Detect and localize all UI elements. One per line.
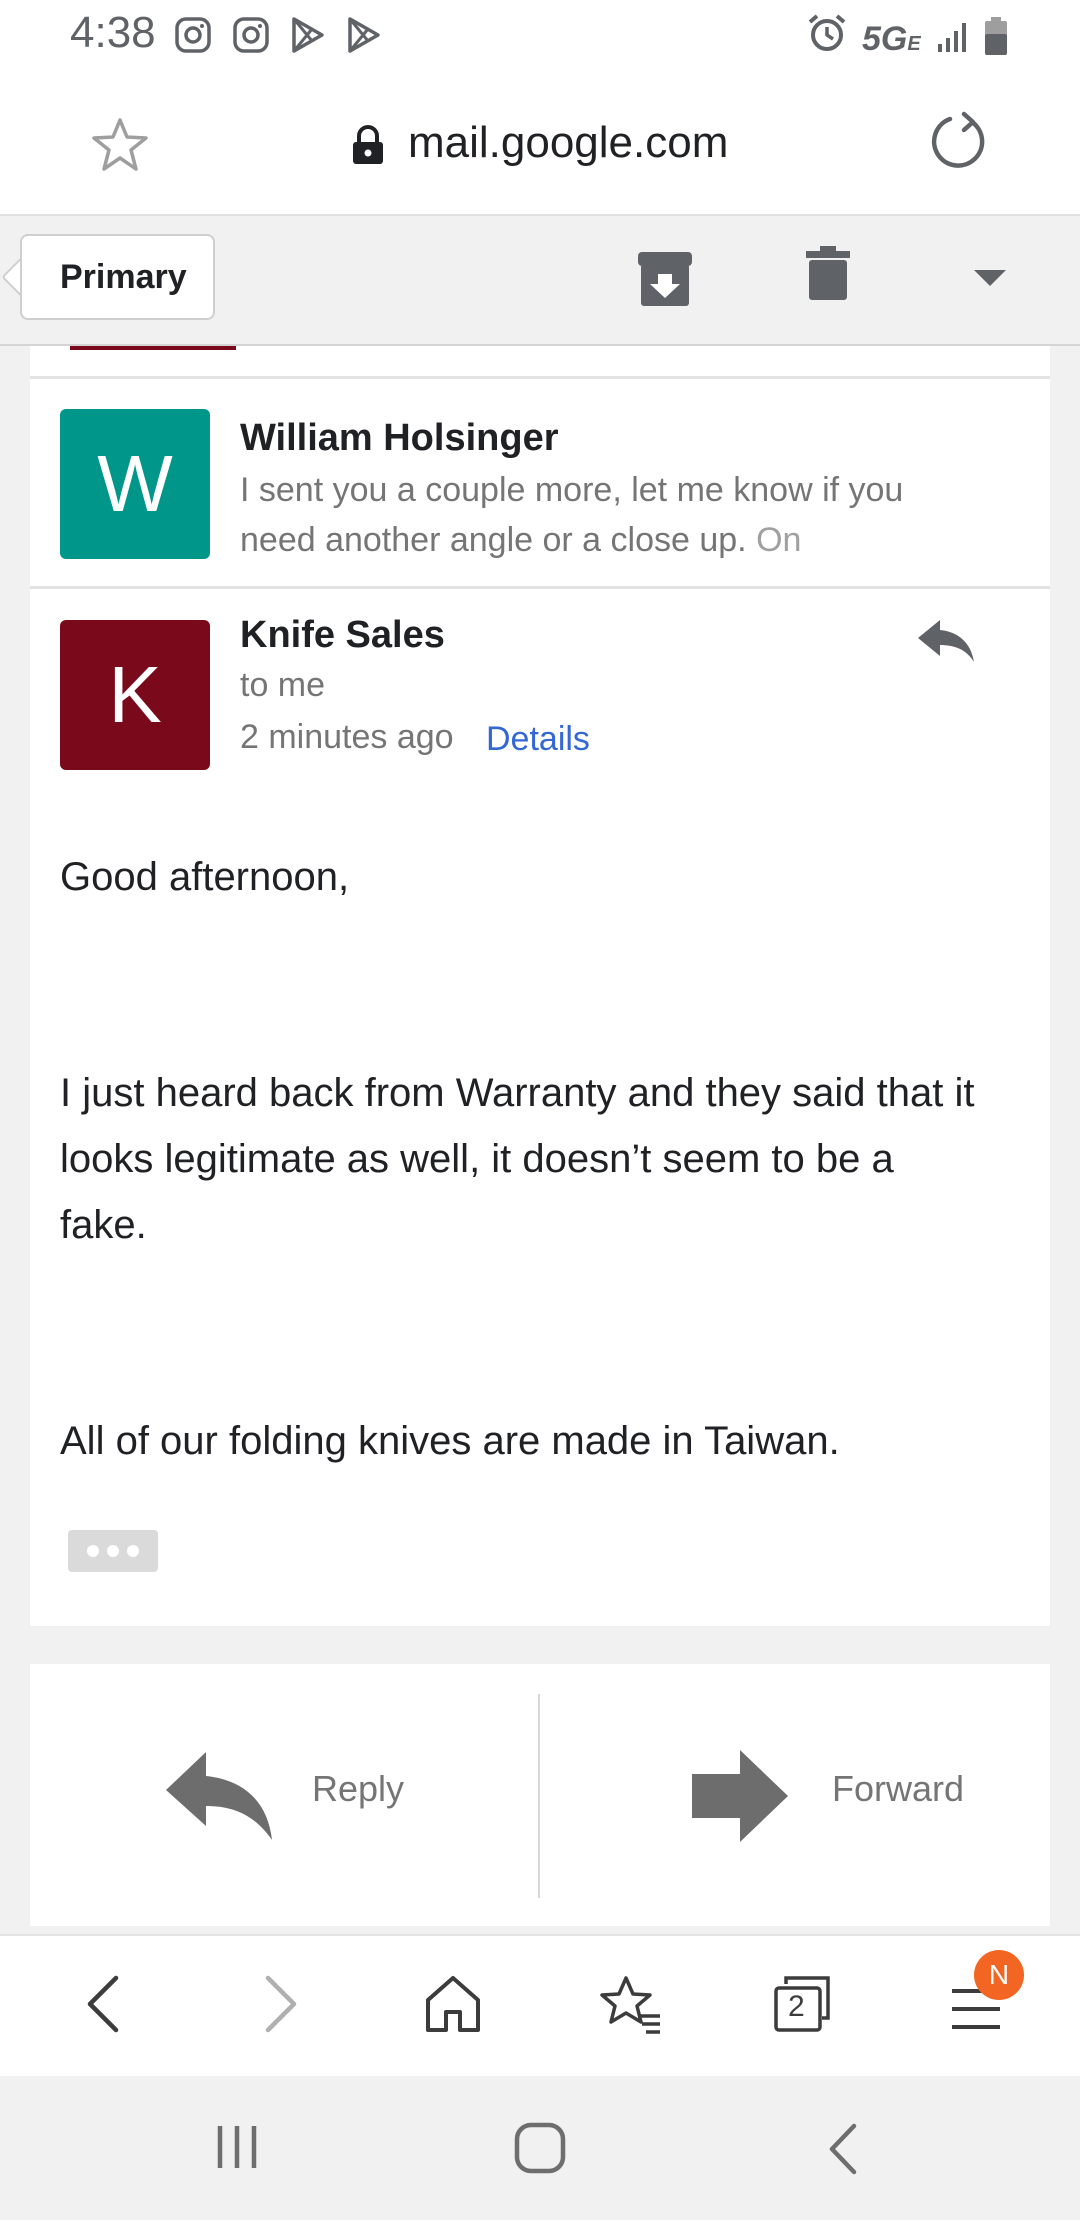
menu-notification-badge: N xyxy=(974,1950,1024,2000)
home-button-icon[interactable] xyxy=(514,2122,566,2174)
status-bar: 4:38 5GE xyxy=(0,0,1080,76)
instagram-icon xyxy=(175,17,211,53)
bookmarks-icon[interactable] xyxy=(598,1974,662,2036)
alarm-icon xyxy=(808,14,846,51)
bookmark-star-icon[interactable] xyxy=(90,116,150,174)
archive-icon[interactable] xyxy=(636,250,694,308)
play-store-icon xyxy=(348,17,380,53)
recipient-text: to me xyxy=(240,666,326,704)
system-nav-bar xyxy=(0,2076,1080,2220)
gmail-toolbar: Primary xyxy=(0,216,1080,346)
delete-icon[interactable] xyxy=(806,244,850,302)
divider xyxy=(30,586,1050,589)
signal-icon xyxy=(938,23,966,52)
dropdown-arrow-icon[interactable] xyxy=(974,270,1006,288)
battery-icon xyxy=(985,17,1007,55)
forward-arrow-icon xyxy=(692,1750,788,1842)
lock-icon xyxy=(353,125,383,164)
tabs-button[interactable]: 2 xyxy=(772,1974,832,2034)
reply-label: Reply xyxy=(312,1768,405,1809)
system-back-icon[interactable] xyxy=(826,2122,860,2176)
body-paragraph: I just heard back from Warranty and they… xyxy=(60,1071,975,1247)
back-icon[interactable] xyxy=(84,1974,124,2034)
home-icon[interactable] xyxy=(424,1974,482,2034)
network-type: 5GE xyxy=(862,20,921,58)
status-time: 4:38 xyxy=(70,8,156,57)
details-link[interactable]: Details xyxy=(486,720,590,759)
avatar: K xyxy=(60,620,210,770)
body-greeting: Good afternoon, xyxy=(60,855,350,899)
previous-avatar-edge xyxy=(70,346,236,350)
recent-apps-icon[interactable] xyxy=(214,2124,260,2170)
avatar: W xyxy=(60,409,210,559)
body-paragraph: All of our folding knives are made in Ta… xyxy=(60,1419,840,1463)
reply-button[interactable]: Reply xyxy=(30,1664,538,1926)
url-text[interactable]: mail.google.com xyxy=(408,118,728,168)
forward-label: Forward xyxy=(832,1768,965,1809)
show-trimmed-content-button[interactable] xyxy=(68,1530,158,1572)
reply-icon[interactable] xyxy=(916,618,976,666)
message-snippet: I sent you a couple more, let me know if… xyxy=(240,471,904,559)
url-bar: mail.google.com xyxy=(0,76,1080,216)
browser-bottom-nav: 2 xyxy=(0,1934,1080,2076)
tabs-count: 2 xyxy=(788,1990,805,2023)
forward-button[interactable]: Forward xyxy=(540,1664,1050,1926)
message-thread: W William Holsinger I sent you a couple … xyxy=(30,346,1050,1626)
reply-forward-bar: Reply Forward xyxy=(30,1664,1050,1926)
reply-icon xyxy=(166,1752,272,1840)
play-store-icon xyxy=(292,17,324,53)
message-time: 2 minutes ago xyxy=(240,718,454,756)
sender-name: Knife Sales xyxy=(240,614,445,656)
forward-icon[interactable] xyxy=(260,1974,300,2034)
instagram-icon xyxy=(233,17,269,53)
collapsed-message[interactable]: W William Holsinger I sent you a couple … xyxy=(30,379,1050,583)
primary-back-button[interactable]: Primary xyxy=(20,234,215,320)
reload-icon[interactable] xyxy=(926,110,990,174)
sender-name: William Holsinger xyxy=(240,417,559,459)
